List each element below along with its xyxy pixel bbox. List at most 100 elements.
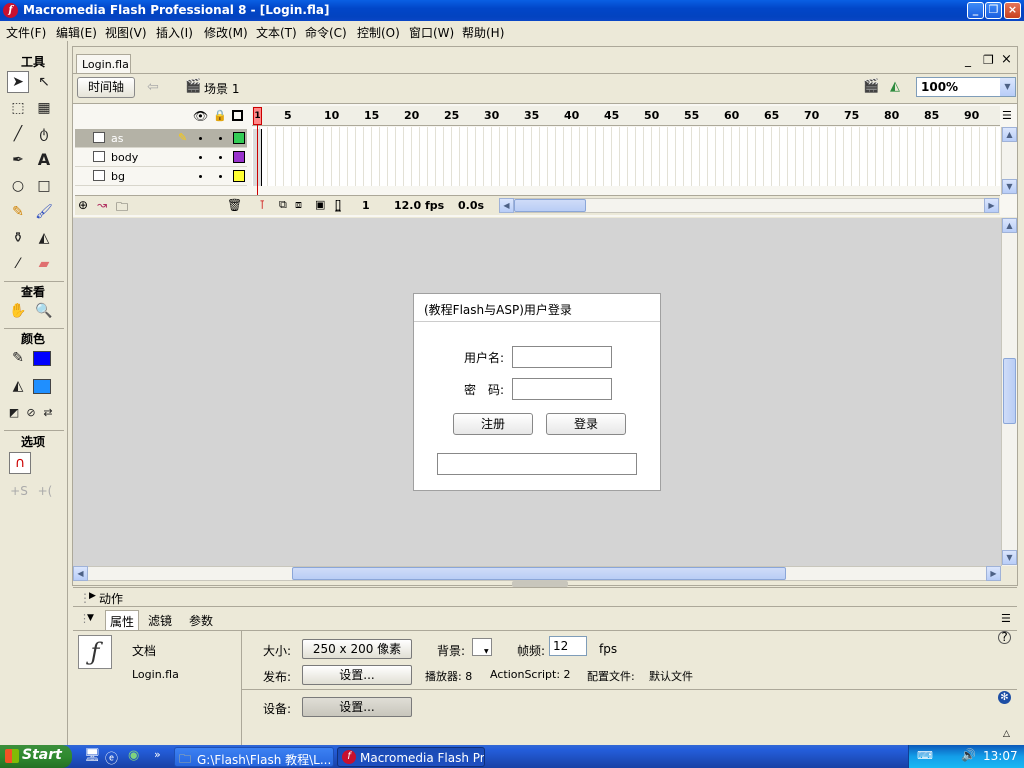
show-hide-eye-icon[interactable]: 👁: [193, 109, 208, 123]
scroll-down-icon[interactable]: ▼: [1002, 550, 1017, 565]
taskbar-flash-item[interactable]: f Macromedia Flash Prof...: [337, 747, 485, 767]
background-color-swatch[interactable]: ▼: [472, 638, 492, 656]
start-button[interactable]: Start: [0, 745, 72, 768]
expand-arrow-icon[interactable]: ▶: [89, 591, 96, 601]
stroke-color-swatch[interactable]: [33, 351, 51, 366]
menu-text[interactable]: 文本(T): [256, 24, 297, 41]
fill-color-swatch[interactable]: [33, 379, 51, 394]
layer-as[interactable]: as ✎: [75, 129, 247, 148]
username-input[interactable]: [512, 346, 612, 368]
show-desktop-icon[interactable]: 🖥: [84, 748, 101, 763]
menu-commands[interactable]: 命令(C): [305, 24, 347, 41]
eyedropper-tool-icon[interactable]: ⁄: [7, 253, 29, 275]
playhead[interactable]: 1: [253, 107, 262, 202]
lock-dot[interactable]: [219, 137, 222, 140]
chevron-down-icon[interactable]: ▼: [999, 78, 1015, 96]
document-tab[interactable]: Login.fla: [76, 54, 131, 73]
lock-dot[interactable]: [219, 175, 222, 178]
stage-hscrollbar[interactable]: ◀ ▶: [73, 566, 1001, 581]
actions-panel-title[interactable]: 动作: [99, 590, 123, 607]
brush-tool-icon[interactable]: 🖌: [33, 201, 55, 223]
onion-skin-icon[interactable]: ⧉: [279, 198, 287, 212]
quicklaunch-more-icon[interactable]: »: [154, 748, 161, 761]
menu-edit[interactable]: 编辑(E): [56, 24, 97, 41]
scroll-right-icon[interactable]: ▶: [986, 566, 1001, 581]
stage-vscrollbar[interactable]: ▲ ▼: [1001, 218, 1017, 566]
straighten-icon[interactable]: +(: [34, 480, 56, 502]
line-tool-icon[interactable]: ╱: [7, 123, 29, 145]
lock-icon[interactable]: 🔒: [213, 109, 227, 122]
back-arrow-icon[interactable]: ⇦: [147, 79, 159, 95]
close-button[interactable]: ×: [1004, 2, 1021, 19]
device-settings-button[interactable]: 设置...: [302, 697, 412, 717]
visible-dot[interactable]: [199, 137, 202, 140]
timeline-hscrollbar[interactable]: ◀ ▶: [499, 198, 999, 213]
menu-help[interactable]: 帮助(H): [462, 24, 504, 41]
pen-tool-icon[interactable]: ✒: [7, 149, 29, 171]
ie-icon[interactable]: ⓔ: [105, 748, 118, 767]
expand-panel-icon[interactable]: △: [1003, 729, 1010, 739]
visible-dot[interactable]: [199, 175, 202, 178]
hand-tool-icon[interactable]: ✋: [7, 300, 29, 322]
scroll-up-icon[interactable]: ▲: [1002, 127, 1017, 142]
zoom-tool-icon[interactable]: 🔍: [33, 300, 55, 322]
menu-file[interactable]: 文件(F): [6, 24, 46, 41]
scroll-left-icon[interactable]: ◀: [73, 566, 88, 581]
edit-symbol-icon[interactable]: ◭: [890, 79, 900, 94]
no-color-icon[interactable]: ⊘: [23, 402, 39, 424]
layer-outline-swatch[interactable]: [233, 132, 245, 144]
tab-filters[interactable]: 滤镜: [144, 612, 176, 629]
help-icon[interactable]: ?: [998, 631, 1011, 644]
black-white-icon[interactable]: ◩: [6, 402, 22, 424]
collapse-arrow-icon[interactable]: ▼: [87, 613, 94, 623]
oval-tool-icon[interactable]: ○: [7, 175, 29, 197]
publish-settings-button[interactable]: 设置...: [302, 665, 412, 685]
onion-skin-outlines-icon[interactable]: ⧈: [295, 198, 302, 212]
timeline-frames[interactable]: [252, 127, 1000, 186]
login-button[interactable]: 登录: [546, 413, 626, 435]
tab-properties[interactable]: 属性: [105, 610, 140, 630]
lasso-tool-icon[interactable]: ტ: [33, 123, 55, 145]
layer-bg[interactable]: bg: [75, 167, 247, 186]
scroll-thumb[interactable]: [292, 567, 786, 580]
add-motion-guide-icon[interactable]: ↝: [97, 198, 107, 212]
scroll-down-icon[interactable]: ▼: [1002, 179, 1017, 194]
rectangle-tool-icon[interactable]: □: [33, 175, 55, 197]
add-folder-icon[interactable]: 🗀: [116, 198, 128, 219]
paint-bucket-tool-icon[interactable]: ◭: [33, 227, 55, 249]
menu-view[interactable]: 视图(V): [105, 24, 147, 41]
doc-minimize-icon[interactable]: _: [965, 53, 971, 67]
status-message-field[interactable]: [437, 453, 637, 475]
volume-icon[interactable]: 🔊: [961, 748, 976, 762]
scroll-left-icon[interactable]: ◀: [499, 198, 514, 213]
timeline-toggle-button[interactable]: 时间轴: [77, 77, 135, 98]
doc-restore-icon[interactable]: ❐: [983, 53, 994, 67]
tab-parameters[interactable]: 参数: [185, 612, 217, 629]
pencil-tool-icon[interactable]: ✎: [7, 201, 29, 223]
stage[interactable]: (教程Flash与ASP)用户登录 用户名: 密 码: 注册 登录: [413, 293, 661, 491]
taskbar-explorer-item[interactable]: 🗀 G:\Flash\Flash 教程\L...: [174, 747, 334, 767]
scroll-right-icon[interactable]: ▶: [984, 198, 999, 213]
flash-app-icon[interactable]: f: [3, 3, 18, 18]
zoom-select[interactable]: 100% ▼: [916, 77, 1016, 97]
ink-bottle-tool-icon[interactable]: ⚱: [7, 227, 29, 249]
menu-modify[interactable]: 修改(M): [204, 24, 248, 41]
snap-magnet-icon[interactable]: ∩: [9, 452, 31, 474]
actions-panel[interactable]: ⋮ ▶ 动作: [73, 587, 1017, 607]
password-input[interactable]: [512, 378, 612, 400]
register-button[interactable]: 注册: [453, 413, 533, 435]
scroll-up-icon[interactable]: ▲: [1002, 218, 1017, 233]
swap-colors-icon[interactable]: ⇄: [40, 402, 56, 424]
eraser-tool-icon[interactable]: ▰: [33, 253, 55, 275]
keyboard-icon[interactable]: ⌨: [917, 749, 933, 762]
modify-markers-icon[interactable]: ⦋⦌: [335, 198, 341, 212]
gradient-transform-tool-icon[interactable]: ▦: [33, 97, 55, 119]
timeline-vscrollbar[interactable]: ▲ ▼: [1001, 127, 1017, 195]
scroll-thumb[interactable]: [1003, 358, 1016, 424]
edit-scene-icon[interactable]: 🎬: [863, 79, 879, 94]
media-icon[interactable]: ◉: [128, 748, 139, 763]
free-transform-tool-icon[interactable]: ⬚: [7, 97, 29, 119]
visible-dot[interactable]: [199, 156, 202, 159]
timeline-menu-icon[interactable]: ☰: [1002, 109, 1012, 122]
playhead-handle[interactable]: 1: [253, 107, 262, 125]
